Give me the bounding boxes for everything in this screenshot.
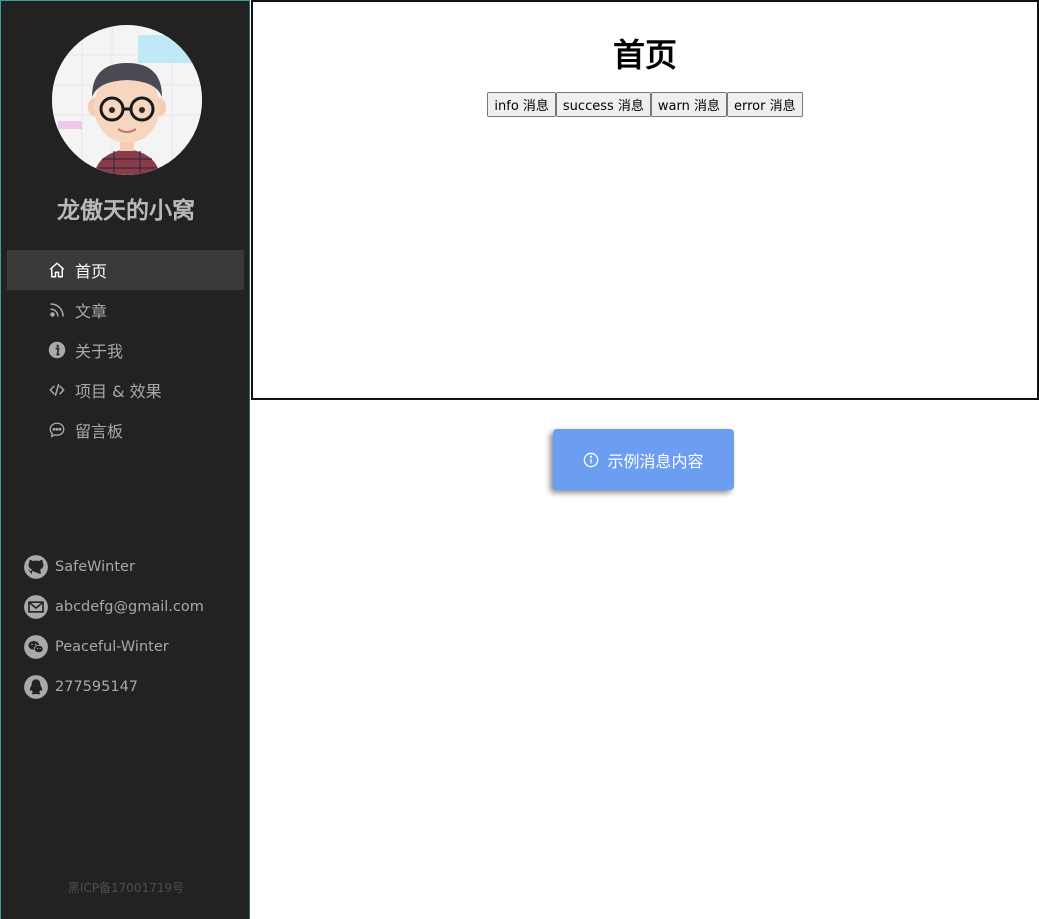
code-icon — [47, 380, 67, 400]
contact-list: SafeWinter abcdefg@gmail.com Peaceful-Wi… — [23, 547, 204, 707]
error-message-button[interactable]: error 消息 — [726, 92, 803, 117]
contact-label: 277595147 — [55, 679, 139, 695]
menu-item-label: 项目 & 效果 — [75, 382, 162, 401]
menu-item-label: 留言板 — [75, 422, 124, 441]
menu-item-guestbook[interactable]: 留言板 — [7, 410, 244, 450]
contact-github[interactable]: SafeWinter — [23, 547, 204, 587]
nav-menu: 首页 文章 关于我 项目 & 效果 留言板 — [7, 250, 244, 450]
info-message-button[interactable]: info 消息 — [487, 92, 556, 117]
main-frame: 首页 info 消息 success 消息 warn 消息 error 消息 — [251, 0, 1039, 400]
contact-label: Peaceful-Winter — [55, 639, 169, 655]
warn-message-button[interactable]: warn 消息 — [650, 92, 727, 117]
qq-icon — [23, 674, 49, 700]
menu-item-home[interactable]: 首页 — [7, 250, 244, 290]
contact-qq[interactable]: 277595147 — [23, 667, 204, 707]
menu-item-label: 关于我 — [75, 342, 124, 361]
contact-label: abcdefg@gmail.com — [55, 599, 204, 615]
menu-item-label: 文章 — [75, 302, 108, 321]
contact-email[interactable]: abcdefg@gmail.com — [23, 587, 204, 627]
avatar[interactable] — [52, 25, 202, 175]
menu-item-projects[interactable]: 项目 & 效果 — [7, 370, 244, 410]
blog-icon — [47, 300, 67, 320]
success-message-button[interactable]: success 消息 — [555, 92, 651, 117]
home-icon — [47, 260, 67, 280]
info-circle-icon — [583, 452, 599, 468]
menu-item-label: 首页 — [75, 262, 108, 281]
sidebar: 龙傲天的小窝 首页 文章 关于我 项目 & 效果 留言板 SafeWinter … — [0, 0, 250, 919]
wechat-icon — [23, 634, 49, 660]
mail-icon — [23, 594, 49, 620]
menu-item-articles[interactable]: 文章 — [7, 290, 244, 330]
toast-message: 示例消息内容 — [553, 429, 734, 490]
icp-record[interactable]: 黑ICP备17001719号 — [1, 879, 251, 896]
menu-item-about[interactable]: 关于我 — [7, 330, 244, 370]
message-button-row: info 消息 success 消息 warn 消息 error 消息 — [253, 92, 1037, 117]
contact-wechat[interactable]: Peaceful-Winter — [23, 627, 204, 667]
site-title: 龙傲天的小窝 — [57, 198, 195, 224]
contact-label: SafeWinter — [55, 559, 135, 575]
avatar-image — [52, 25, 202, 175]
page-title: 首页 — [612, 36, 677, 74]
toast-text: 示例消息内容 — [607, 451, 704, 471]
info-icon — [47, 340, 67, 360]
github-icon — [23, 554, 49, 580]
chat-icon — [47, 420, 67, 440]
